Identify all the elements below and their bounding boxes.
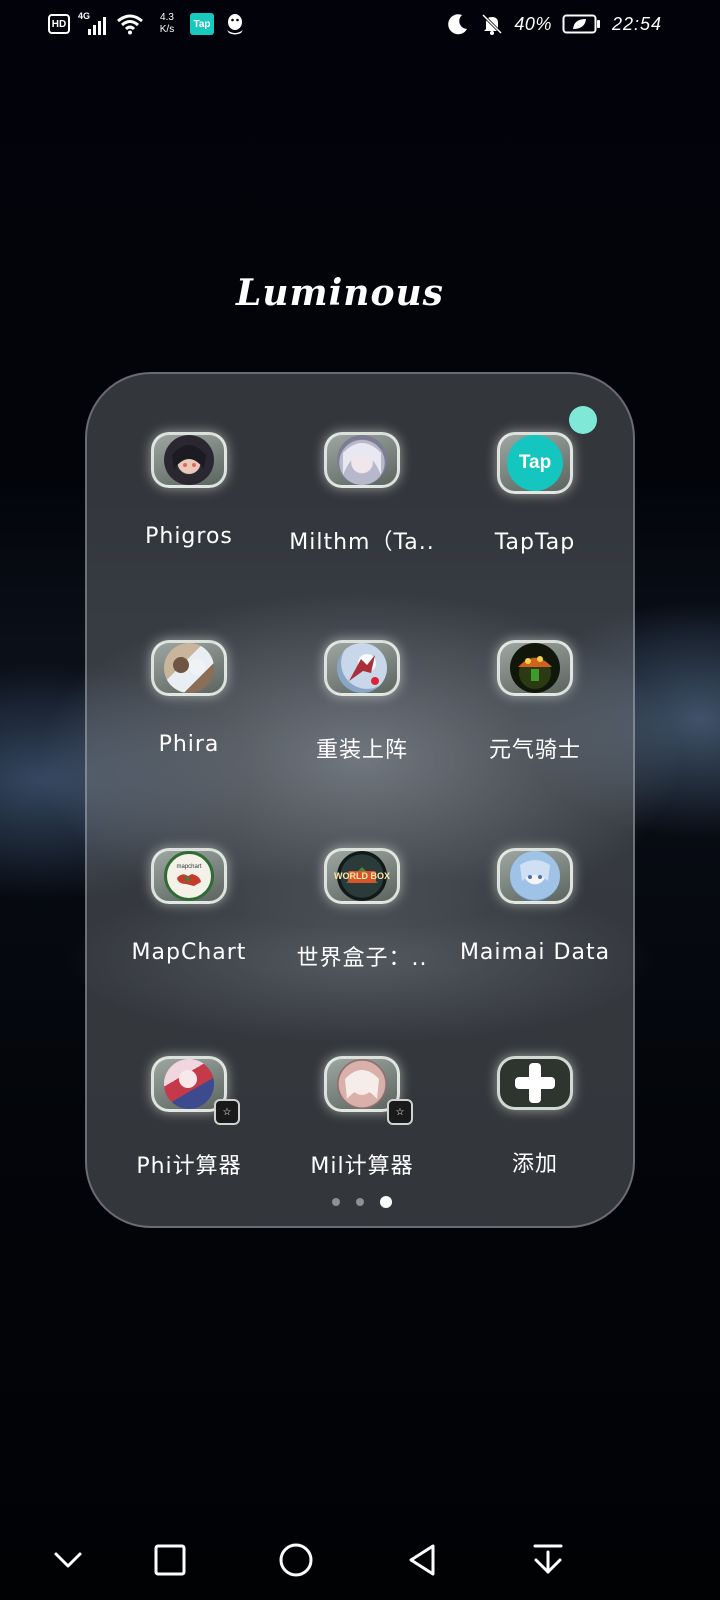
app-worldbox[interactable]: WORLD BOX 世界盒子：.. xyxy=(277,790,447,971)
page-dot[interactable] xyxy=(356,1198,364,1206)
app-phigros[interactable]: Phigros xyxy=(104,374,274,549)
app-label: Phigros xyxy=(145,524,233,549)
signal-icon: 4G xyxy=(78,11,106,35)
page-indicator xyxy=(87,1196,637,1208)
navigation-bar xyxy=(0,1520,720,1600)
recents-button[interactable] xyxy=(146,1536,194,1584)
mute-bell-icon xyxy=(482,13,503,35)
clone-app-badge-icon: ☆ xyxy=(214,1099,240,1125)
wifi-icon xyxy=(117,14,143,35)
app-grid: Phigros Milthm（Ta.. Tap TapTap Phira 重装上… xyxy=(87,374,637,1230)
status-bar: HD 4G 4.3 K/s Tap 40% 22:54 xyxy=(0,0,720,48)
home-button[interactable] xyxy=(272,1536,320,1584)
notification-pull-button[interactable] xyxy=(524,1536,572,1584)
page-dot-active[interactable] xyxy=(380,1196,392,1208)
folder-panel: Phigros Milthm（Ta.. Tap TapTap Phira 重装上… xyxy=(85,372,635,1228)
app-icon-frame[interactable] xyxy=(497,640,573,696)
phi-calculator-app-icon xyxy=(164,1059,214,1109)
clock: 22:54 xyxy=(611,13,662,34)
status-left: HD 4G 4.3 K/s Tap xyxy=(48,11,246,36)
network-type-label: 4G xyxy=(78,11,91,21)
back-triangle-icon xyxy=(409,1544,435,1576)
pull-down-icon xyxy=(533,1544,563,1574)
app-label: Phira xyxy=(158,732,220,757)
page-dot[interactable] xyxy=(332,1198,340,1206)
app-mech-game[interactable]: 重装上阵 xyxy=(277,582,447,763)
phigros-app-icon xyxy=(164,435,214,485)
app-label: 世界盒子：.. xyxy=(296,946,428,971)
app-label: 元气骑士 xyxy=(488,738,581,763)
app-soul-knight[interactable]: 元气骑士 xyxy=(450,582,620,763)
app-icon-frame[interactable] xyxy=(497,848,573,904)
app-icon-frame[interactable] xyxy=(497,1056,573,1110)
app-icon-frame[interactable] xyxy=(151,640,227,696)
app-label: 添加 xyxy=(511,1152,558,1177)
square-icon xyxy=(154,1544,186,1576)
worldbox-logo-text: WORLD BOX xyxy=(334,871,390,881)
app-icon-frame[interactable] xyxy=(151,432,227,488)
add-app-button[interactable]: 添加 xyxy=(450,998,620,1177)
network-speed: 4.3 K/s xyxy=(154,12,180,36)
qq-icon xyxy=(227,14,243,35)
app-icon-frame[interactable] xyxy=(324,640,400,696)
mech-game-app-icon xyxy=(337,643,387,693)
app-icon-frame[interactable]: ☆ xyxy=(324,1056,413,1125)
maimai-app-icon xyxy=(510,851,560,901)
do-not-disturb-moon-icon xyxy=(448,14,468,35)
app-phi-calculator[interactable]: ☆ Phi计算器 xyxy=(104,998,274,1179)
milthm-app-icon xyxy=(337,435,387,485)
app-icon-frame[interactable]: mapchart xyxy=(151,848,227,904)
soul-knight-app-icon xyxy=(510,643,560,693)
back-button[interactable] xyxy=(398,1536,446,1584)
app-label: Phi计算器 xyxy=(136,1154,242,1179)
app-icon-frame[interactable]: Tap xyxy=(497,432,573,494)
app-label: MapChart xyxy=(131,940,247,965)
network-speed-value: 4.3 xyxy=(160,12,174,23)
battery-saver-icon xyxy=(562,14,600,34)
app-label: Maimai Data xyxy=(459,940,611,965)
network-speed-unit: K/s xyxy=(159,24,175,35)
app-label: TapTap xyxy=(494,530,576,555)
app-maimai-data[interactable]: Maimai Data xyxy=(450,790,620,965)
hd-icon: HD xyxy=(48,14,70,34)
app-icon-frame[interactable]: WORLD BOX xyxy=(324,848,400,904)
worldbox-app-icon: WORLD BOX xyxy=(334,851,390,901)
taptap-app-icon: Tap xyxy=(507,435,563,491)
status-right: 40% 22:54 xyxy=(446,12,662,36)
app-label: Milthm（Ta.. xyxy=(289,530,435,555)
collapse-button[interactable] xyxy=(44,1536,92,1584)
battery-percentage: 40% xyxy=(514,13,552,34)
app-taptap[interactable]: Tap TapTap xyxy=(450,374,620,555)
app-phira[interactable]: Phira xyxy=(104,582,274,757)
app-icon-frame[interactable]: ☆ xyxy=(151,1056,240,1125)
add-icon xyxy=(515,1063,555,1103)
circle-icon xyxy=(279,1543,313,1577)
app-mapchart[interactable]: mapchart MapChart xyxy=(104,790,274,965)
phira-app-icon xyxy=(164,643,214,693)
app-icon-frame[interactable] xyxy=(324,432,400,488)
chevron-down-icon xyxy=(54,1552,82,1568)
app-milthm[interactable]: Milthm（Ta.. xyxy=(277,374,447,555)
app-label: Mil计算器 xyxy=(310,1154,414,1179)
app-label: 重装上阵 xyxy=(315,738,408,763)
app-mil-calculator[interactable]: ☆ Mil计算器 xyxy=(277,998,447,1179)
folder-title[interactable]: Luminous xyxy=(0,272,680,314)
clone-app-badge-icon: ☆ xyxy=(387,1099,413,1125)
mapchart-app-icon: mapchart xyxy=(164,851,214,901)
taptap-notification-icon: Tap xyxy=(190,13,214,35)
mil-calculator-app-icon xyxy=(337,1059,387,1109)
taptap-logo-text: Tap xyxy=(518,452,552,473)
